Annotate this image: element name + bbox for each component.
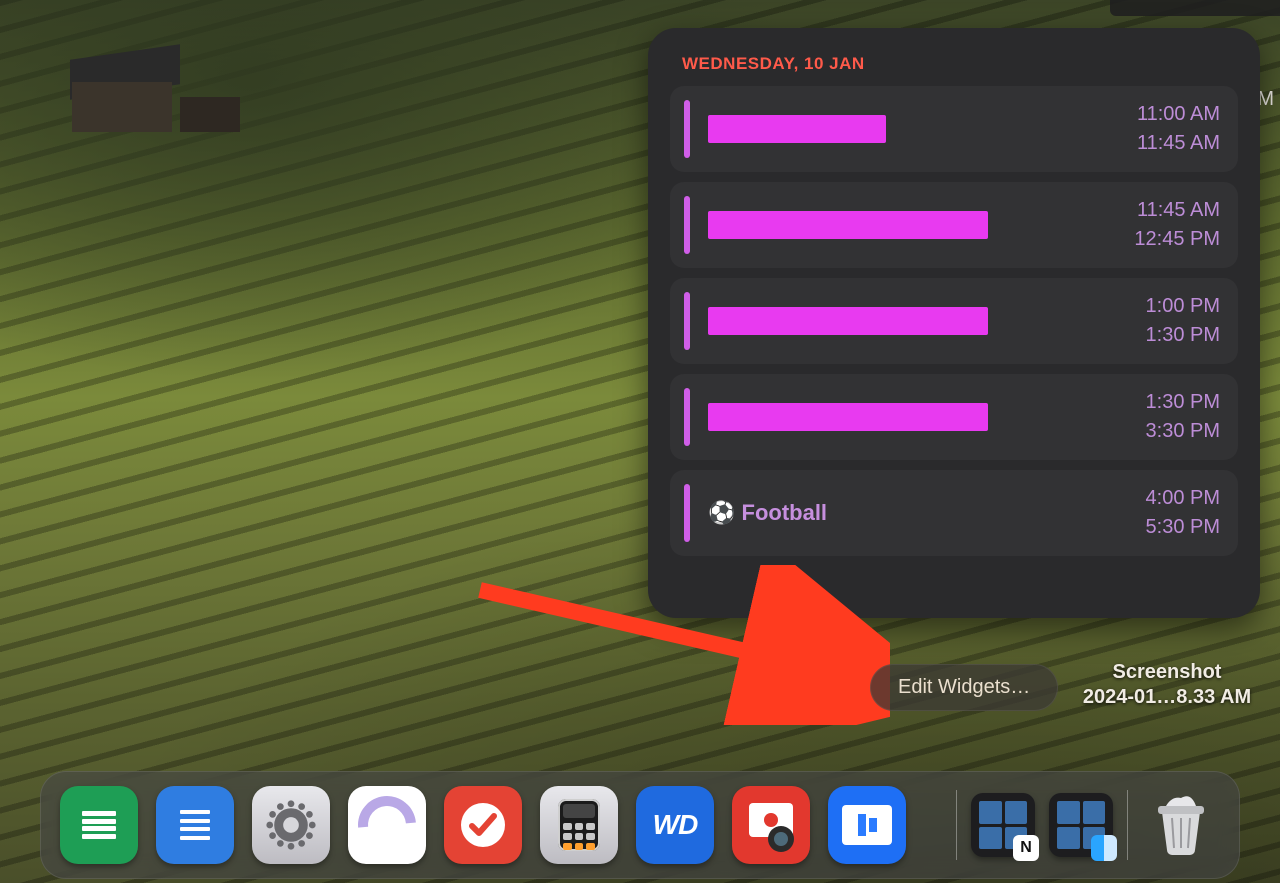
dock-app-keynote[interactable]	[828, 786, 906, 864]
file-label-line2: 2024-01…8.33 AM	[1062, 685, 1272, 710]
dock-window-thumb-notion[interactable]: N	[971, 793, 1035, 857]
finder-icon	[1091, 835, 1117, 861]
dock-separator	[956, 790, 957, 860]
calendar-widget[interactable]: WEDNESDAY, 10 JAN 11:00 AM11:45 AM11:45 …	[648, 28, 1260, 618]
event-title: ⚽ Football	[708, 500, 1146, 526]
event-end-time: 1:30 PM	[1146, 321, 1220, 350]
calendar-event[interactable]: 1:30 PM3:30 PM	[670, 374, 1238, 460]
desktop-file-screenshot[interactable]: Screenshot 2024-01…8.33 AM	[1062, 660, 1272, 710]
event-start-time: 11:45 AM	[1134, 196, 1220, 225]
dock: WD N	[40, 771, 1240, 879]
dock-app-google-sheets[interactable]	[60, 786, 138, 864]
event-times: 11:00 AM11:45 AM	[1137, 100, 1220, 158]
dock-app-photo-booth[interactable]	[732, 786, 810, 864]
dock-app-wd-discovery[interactable]: WD	[636, 786, 714, 864]
event-end-time: 5:30 PM	[1146, 513, 1220, 542]
event-start-time: 1:00 PM	[1146, 292, 1220, 321]
dock-separator	[1127, 790, 1128, 860]
widget-date-header: WEDNESDAY, 10 JAN	[682, 54, 1234, 74]
notion-icon: N	[1013, 835, 1039, 861]
event-color-bar	[684, 292, 690, 350]
event-times: 1:00 PM1:30 PM	[1146, 292, 1220, 350]
event-end-time: 11:45 AM	[1137, 129, 1220, 158]
event-title	[708, 403, 1146, 431]
dock-app-bittorrent[interactable]	[348, 786, 426, 864]
event-title-text: ⚽ Football	[708, 500, 827, 526]
calendar-event[interactable]: 1:00 PM1:30 PM	[670, 278, 1238, 364]
event-times: 4:00 PM5:30 PM	[1146, 484, 1220, 542]
calendar-event[interactable]: 11:45 AM12:45 PM	[670, 182, 1238, 268]
dock-app-calculator[interactable]	[540, 786, 618, 864]
dock-app-system-settings[interactable]	[252, 786, 330, 864]
redaction-block	[708, 307, 988, 335]
event-end-time: 3:30 PM	[1146, 417, 1220, 446]
calendar-event[interactable]: 11:00 AM11:45 AM	[670, 86, 1238, 172]
dock-trash[interactable]	[1142, 786, 1220, 864]
wallpaper-house	[60, 42, 250, 137]
redaction-block	[708, 115, 886, 143]
menubar-fragment	[1110, 0, 1280, 16]
event-start-time: 4:00 PM	[1146, 484, 1220, 513]
event-color-bar	[684, 484, 690, 542]
dock-app-google-docs[interactable]	[156, 786, 234, 864]
redaction-block	[708, 211, 988, 239]
event-color-bar	[684, 100, 690, 158]
event-end-time: 12:45 PM	[1134, 225, 1220, 254]
event-times: 1:30 PM3:30 PM	[1146, 388, 1220, 446]
event-start-time: 11:00 AM	[1137, 100, 1220, 129]
file-label-line1: Screenshot	[1062, 660, 1272, 685]
dock-window-thumb-finder[interactable]	[1049, 793, 1113, 857]
edit-widgets-button[interactable]: Edit Widgets…	[870, 664, 1058, 711]
event-color-bar	[684, 196, 690, 254]
event-title	[708, 115, 1137, 143]
event-color-bar	[684, 388, 690, 446]
event-title	[708, 211, 1134, 239]
event-start-time: 1:30 PM	[1146, 388, 1220, 417]
redaction-block	[708, 403, 988, 431]
event-title	[708, 307, 1146, 335]
calendar-event[interactable]: ⚽ Football 4:00 PM5:30 PM	[670, 470, 1238, 556]
event-times: 11:45 AM12:45 PM	[1134, 196, 1220, 254]
dock-app-todoist[interactable]	[444, 786, 522, 864]
